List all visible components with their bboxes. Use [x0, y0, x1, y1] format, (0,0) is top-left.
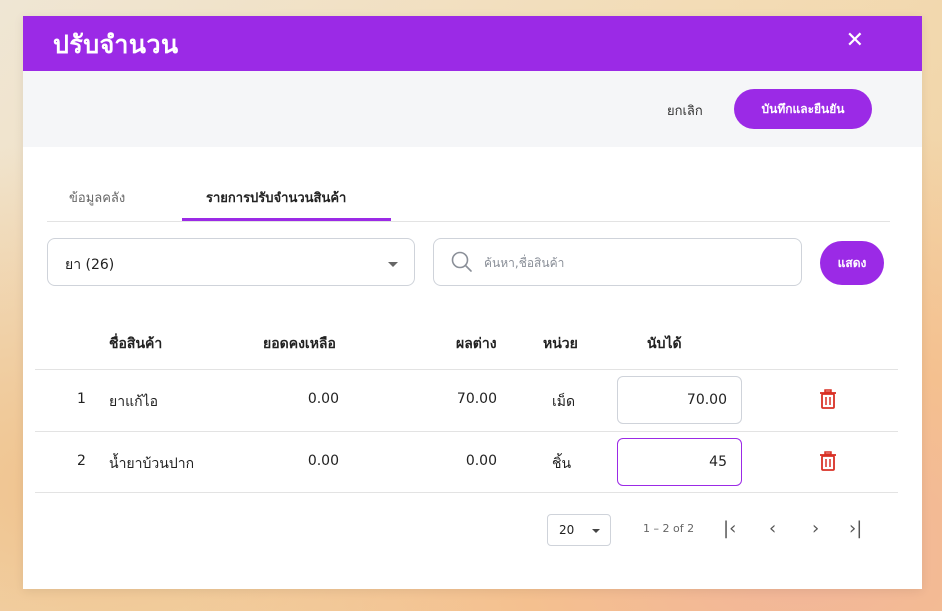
product-name: ยาแก้ไอ — [109, 394, 159, 410]
chevron-down-icon — [592, 529, 600, 533]
search-icon — [450, 250, 474, 278]
tab-inventory-info[interactable]: ข้อมูลคลัง — [69, 187, 125, 208]
trash-icon[interactable] — [819, 389, 837, 413]
chevron-down-icon — [388, 262, 398, 267]
counted-input[interactable]: 45 — [617, 438, 742, 486]
trash-icon[interactable] — [819, 451, 837, 475]
page-range-label: 1 – 2 of 2 — [643, 522, 695, 535]
column-header-difference: ผลต่าง — [456, 336, 497, 352]
tab-bar: ข้อมูลคลัง รายการปรับจำนวนสินค้า — [47, 176, 890, 222]
counted-input[interactable]: 70.00 — [617, 376, 742, 424]
search-input[interactable] — [482, 251, 786, 275]
remaining-value: 0.00 — [307, 453, 339, 469]
product-name: น้ำยาบ้วนปาก — [109, 456, 195, 472]
page-size-value: 20 — [559, 523, 575, 537]
dialog-body: ข้อมูลคลัง รายการปรับจำนวนสินค้า ยา (26)… — [23, 16, 922, 589]
tab-adjustment-list[interactable]: รายการปรับจำนวนสินค้า — [183, 187, 391, 208]
row-index: 1 — [77, 391, 86, 407]
difference-value: 70.00 — [456, 391, 497, 407]
column-header-name: ชื่อสินค้า — [109, 336, 163, 352]
table-divider — [35, 492, 898, 493]
category-select-value: ยา (26) — [65, 257, 115, 273]
column-header-remaining: ยอดคงเหลือ — [263, 336, 336, 352]
show-button[interactable]: แสดง — [820, 241, 884, 285]
remaining-value: 0.00 — [307, 391, 339, 407]
active-tab-indicator — [182, 218, 391, 221]
table-row: 1 ยาแก้ไอ 0.00 70.00 เม็ด 70.00 — [35, 369, 898, 431]
column-header-unit: หน่วย — [543, 336, 578, 352]
row-index: 2 — [77, 453, 86, 469]
previous-page-icon[interactable]: ‹ — [769, 518, 776, 540]
table-row: 2 น้ำยาบ้วนปาก 0.00 0.00 ชิ้น 45 — [35, 431, 898, 493]
unit-value: เม็ด — [552, 394, 576, 410]
next-page-icon[interactable]: › — [812, 518, 819, 540]
column-header-counted: นับได้ — [647, 336, 682, 352]
unit-value: ชิ้น — [552, 456, 572, 472]
last-page-icon[interactable]: ›| — [849, 518, 862, 540]
first-page-icon[interactable]: |‹ — [723, 518, 736, 540]
difference-value: 0.00 — [465, 453, 497, 469]
category-select[interactable]: ยา (26) — [47, 238, 415, 286]
search-box — [433, 238, 802, 286]
page-size-select[interactable]: 20 — [547, 514, 611, 546]
